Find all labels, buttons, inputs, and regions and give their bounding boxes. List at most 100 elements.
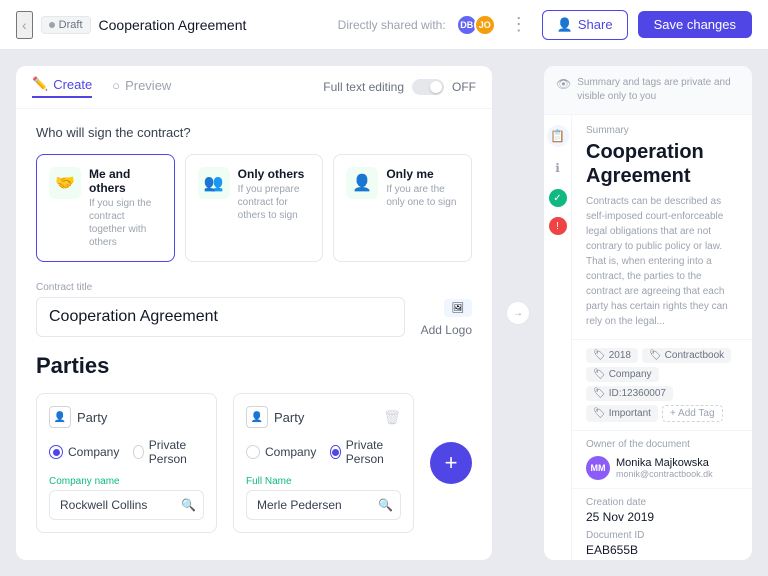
summary-desc: Contracts can be described as self-impos… [586, 194, 738, 329]
party-2-field-label: Full Name [246, 476, 401, 487]
tag-contractbook: 🏷Contractbook [642, 348, 731, 363]
radio-unchecked-icon [246, 445, 260, 459]
sidebar-icon-strip: 📋 ℹ ✓ ! [544, 115, 572, 560]
contract-title-label: Contract title [36, 282, 405, 293]
party-2-company-radio[interactable]: Company [246, 438, 316, 466]
party-1-person-radio[interactable]: Private Person [133, 438, 204, 466]
tab-preview[interactable]: ○ Preview [112, 78, 171, 97]
panel-body: Who will sign the contract? 🤝 Me and oth… [16, 109, 492, 560]
info-icon-btn[interactable]: ℹ [547, 157, 569, 179]
shared-label: Directly shared with: [338, 18, 446, 32]
party-2-icon: 👤 [246, 406, 268, 428]
more-button[interactable]: ⋮ [506, 10, 532, 39]
tab-create[interactable]: ✏️ Create [32, 76, 92, 98]
toggle-thumb [430, 81, 442, 93]
document-title: Cooperation Agreement [99, 17, 330, 33]
signer-others-icon: 👥 [198, 167, 230, 199]
owner-avatar: MM [586, 456, 610, 480]
meta-section: Creation date 25 Nov 2019 Document ID EA… [572, 489, 752, 560]
radio-checked-icon [330, 445, 340, 459]
sidebar-notice: 👁 Summary and tags are private and visib… [544, 66, 752, 115]
check-icon-btn[interactable]: ✓ [549, 189, 567, 207]
signer-options: 🤝 Me and others If you sign the contract… [36, 154, 472, 262]
party-1-label: Party [77, 410, 107, 425]
party-2-label: Party [274, 410, 304, 425]
party-2-type-group: Company Private Person [246, 438, 401, 466]
creation-date: 25 Nov 2019 [586, 510, 738, 524]
owner-name: Monika Majkowska [616, 457, 713, 469]
party-2-search-icon: 🔍 [378, 498, 393, 512]
party-1-card: 👤 Party Company Private Person [36, 393, 217, 533]
draft-dot-icon [49, 22, 55, 28]
add-tag-button[interactable]: + Add Tag [662, 405, 723, 422]
main-content: ✏️ Create ○ Preview Full text editing OF… [0, 50, 768, 576]
summary-title: Cooperation Agreement [586, 140, 738, 188]
flag-icon-btn[interactable]: ! [549, 217, 567, 235]
signer-me-icon: 🤝 [49, 167, 81, 199]
notice-text: Summary and tags are private and visible… [577, 76, 740, 104]
signer-only-me-desc: If you are the only one to sign [386, 183, 459, 209]
party-1-company-radio[interactable]: Company [49, 438, 119, 466]
tag-icon: 🏷 [593, 369, 606, 380]
contract-title-input[interactable] [36, 297, 405, 337]
signer-me-and-others[interactable]: 🤝 Me and others If you sign the contract… [36, 154, 175, 262]
left-panel: ✏️ Create ○ Preview Full text editing OF… [16, 66, 492, 560]
party-2-person-radio[interactable]: Private Person [330, 438, 401, 466]
tag-icon: 🏷 [649, 350, 662, 361]
signer-only-me-icon: 👤 [346, 167, 378, 199]
party-2-delete-icon[interactable]: 🗑 [383, 409, 401, 426]
share-button[interactable]: 👤 Share [542, 10, 628, 40]
doc-id-value: EAB655B [586, 543, 738, 557]
signer-me-name: Me and others [89, 167, 162, 195]
party-1-field-label: Company name [49, 476, 204, 487]
radio-unchecked-icon [133, 445, 143, 459]
doc-id-label: Document ID [586, 530, 738, 541]
signer-section-title: Who will sign the contract? [36, 125, 472, 140]
full-text-toggle: Full text editing OFF [323, 79, 476, 95]
owner-email: monik@contractbook.dk [616, 469, 713, 479]
draft-badge: Draft [41, 16, 91, 34]
draft-label: Draft [59, 19, 83, 31]
panel-arrow: → [504, 66, 532, 560]
eye-notice-icon: 👁 [556, 77, 571, 91]
owner-section: Owner of the document MM Monika Majkowsk… [572, 431, 752, 489]
signer-only-me-name: Only me [386, 167, 459, 181]
tag-icon: 🏷 [593, 408, 606, 419]
expand-arrow-button[interactable]: → [506, 301, 530, 325]
summary-label: Summary [586, 125, 738, 136]
party-2-card: 👤 Party 🗑 Company Priva [233, 393, 414, 533]
save-button[interactable]: Save changes [638, 11, 752, 38]
parties-heading: Parties [36, 353, 472, 379]
signer-others-name: Only others [238, 167, 311, 181]
parties-grid: 👤 Party Company Private Person [36, 393, 472, 533]
share-icon: 👤 [557, 17, 573, 33]
tag-important: 🏷Important [586, 405, 658, 422]
tag-icon: 🏷 [593, 350, 606, 361]
logo-upload-icon: 🖼 [444, 299, 472, 317]
logo-area: 🖼 [421, 299, 472, 317]
right-sidebar: 👁 Summary and tags are private and visib… [544, 66, 752, 560]
full-text-toggle-pill[interactable] [412, 79, 444, 95]
add-logo-button[interactable]: Add Logo [421, 323, 472, 337]
add-party-button[interactable]: + [430, 442, 472, 484]
creation-label: Creation date [586, 497, 738, 508]
tags-area: 🏷2018 🏷Contractbook 🏷Company 🏷ID:1236000… [572, 340, 752, 431]
back-button[interactable]: ‹ [16, 11, 33, 39]
owner-label: Owner of the document [586, 439, 738, 450]
party-1-type-group: Company Private Person [49, 438, 204, 466]
signer-only-others[interactable]: 👥 Only others If you prepare contract fo… [185, 154, 324, 262]
title-logo-row: Contract title 🖼 Add Logo [36, 282, 472, 353]
summary-section: Summary Cooperation Agreement Contracts … [572, 115, 752, 340]
party-1-search-icon: 🔍 [181, 498, 196, 512]
tab-bar: ✏️ Create ○ Preview Full text editing OF… [16, 66, 492, 109]
party-1-icon: 👤 [49, 406, 71, 428]
shared-avatars: DB JO [456, 14, 496, 36]
top-bar-actions: Directly shared with: DB JO ⋮ 👤 Share Sa… [338, 10, 752, 40]
signer-only-me[interactable]: 👤 Only me If you are the only one to sig… [333, 154, 472, 262]
tag-id: 🏷ID:12360007 [586, 386, 673, 401]
top-bar: ‹ Draft Cooperation Agreement Directly s… [0, 0, 768, 50]
signer-me-desc: If you sign the contract together with o… [89, 197, 162, 249]
signer-others-desc: If you prepare contract for others to si… [238, 183, 311, 222]
summary-icon-btn[interactable]: 📋 [547, 125, 569, 147]
pencil-icon: ✏️ [32, 76, 48, 92]
